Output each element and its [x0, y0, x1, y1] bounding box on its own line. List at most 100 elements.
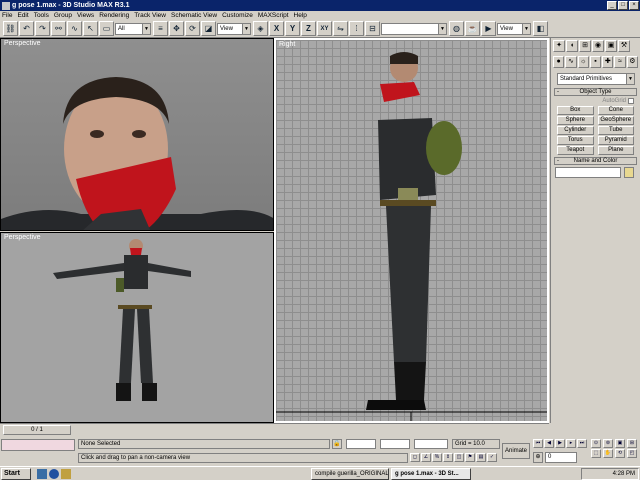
- align-icon[interactable]: ⊟: [365, 21, 380, 36]
- redo-icon[interactable]: ↷: [35, 21, 50, 36]
- modify-tab-icon[interactable]: ◖: [566, 40, 578, 52]
- pyramid-button[interactable]: Pyramid: [597, 136, 634, 145]
- axis-xy-button[interactable]: XY: [317, 21, 332, 36]
- reference-coordinate-system[interactable]: View ▼: [217, 22, 251, 35]
- lock-selection-icon[interactable]: 🔒: [332, 439, 342, 449]
- go-to-end-icon[interactable]: ⏭: [577, 439, 587, 448]
- helpers-icon[interactable]: ✚: [602, 56, 614, 68]
- lights-icon[interactable]: ☼: [577, 56, 589, 68]
- menu-views[interactable]: Views: [77, 12, 94, 19]
- maxscript-listener[interactable]: [1, 439, 75, 451]
- select-by-name-icon[interactable]: ≡: [153, 21, 168, 36]
- autogrid-checkbox[interactable]: [628, 98, 634, 104]
- selection-filter[interactable]: All ▼: [115, 22, 151, 35]
- create-tab-icon[interactable]: ✦: [553, 40, 565, 52]
- explorer-icon[interactable]: [61, 468, 71, 479]
- mirror-icon[interactable]: ⇋: [333, 21, 348, 36]
- menu-rendering[interactable]: Rendering: [99, 12, 129, 19]
- menu-help[interactable]: Help: [294, 12, 307, 19]
- arc-rotate-icon[interactable]: ⟲: [615, 449, 625, 458]
- axis-x-button[interactable]: X: [269, 21, 284, 36]
- quick-render-icon[interactable]: ▶: [481, 21, 496, 36]
- time-slider[interactable]: 0 / 1: [3, 425, 71, 435]
- array-icon[interactable]: ⁞: [349, 21, 364, 36]
- display-tab-icon[interactable]: ▣: [605, 40, 617, 52]
- menu-tools[interactable]: Tools: [34, 12, 49, 19]
- object-color-swatch[interactable]: [624, 167, 634, 178]
- taskbar-item-compile[interactable]: compile guerilla_ORIGINAL: [311, 467, 389, 480]
- angle-snap-icon[interactable]: ∠: [421, 453, 431, 462]
- desktop-icon[interactable]: [37, 468, 47, 479]
- zoom-all-icon[interactable]: ⊚: [603, 439, 613, 448]
- render-scene-icon[interactable]: ☕: [465, 21, 480, 36]
- taskbar-item-3dsmax[interactable]: g pose 1.max - 3D St...: [391, 467, 471, 480]
- torus-button[interactable]: Torus: [557, 136, 594, 145]
- menu-schematic-view[interactable]: Schematic View: [171, 12, 217, 19]
- window-crossing-icon[interactable]: ◫: [454, 453, 464, 462]
- bind-icon[interactable]: ∿: [67, 21, 82, 36]
- axis-y-button[interactable]: Y: [285, 21, 300, 36]
- select-icon[interactable]: ↖: [83, 21, 98, 36]
- systems-icon[interactable]: ⚙: [626, 56, 638, 68]
- undo-icon[interactable]: ↶: [19, 21, 34, 36]
- material-editor-icon[interactable]: ◍: [449, 21, 464, 36]
- animate-button[interactable]: Animate: [502, 443, 530, 459]
- key-mode-icon[interactable]: ⊕: [533, 452, 543, 463]
- key-filter-icon[interactable]: ✓: [487, 453, 497, 462]
- box-button[interactable]: Box: [557, 106, 594, 115]
- percent-snap-icon[interactable]: %: [432, 453, 442, 462]
- region-zoom-icon[interactable]: ⬚: [591, 449, 601, 458]
- previous-frame-icon[interactable]: ◀: [544, 439, 554, 448]
- tube-button[interactable]: Tube: [597, 126, 634, 135]
- cylinder-button[interactable]: Cylinder: [557, 126, 594, 135]
- pan-icon[interactable]: ✋: [603, 449, 613, 458]
- utilities-tab-icon[interactable]: ⚒: [618, 40, 630, 52]
- fast-view-icon[interactable]: ▤: [476, 453, 486, 462]
- menu-edit[interactable]: Edit: [17, 12, 28, 19]
- shapes-icon[interactable]: ∿: [565, 56, 577, 68]
- viewport-perspective-bottom[interactable]: Perspective: [0, 232, 274, 423]
- cone-button[interactable]: Cone: [597, 106, 634, 115]
- pivot-icon[interactable]: ◈: [253, 21, 268, 36]
- object-type-rollout[interactable]: - Object Type: [554, 88, 637, 96]
- minimize-button[interactable]: _: [607, 1, 617, 10]
- move-icon[interactable]: ✥: [169, 21, 184, 36]
- geosphere-button[interactable]: GeoSphere: [597, 116, 634, 125]
- zoom-icon[interactable]: ⊙: [591, 439, 601, 448]
- object-name-field[interactable]: [555, 167, 621, 178]
- geometry-icon[interactable]: ●: [553, 56, 565, 68]
- scale-icon[interactable]: ◪: [201, 21, 216, 36]
- coordinate-x-field[interactable]: [346, 439, 376, 449]
- menu-group[interactable]: Group: [54, 12, 72, 19]
- min-max-toggle-icon[interactable]: ◰: [627, 449, 637, 458]
- motion-tab-icon[interactable]: ◉: [592, 40, 604, 52]
- play-icon[interactable]: ▶: [555, 439, 565, 448]
- coordinate-y-field[interactable]: [380, 439, 410, 449]
- named-selection-sets[interactable]: ▼: [381, 22, 447, 35]
- maximize-button[interactable]: □: [618, 1, 628, 10]
- plane-button[interactable]: Plane: [597, 146, 634, 155]
- render-last-icon[interactable]: ◧: [533, 21, 548, 36]
- go-to-start-icon[interactable]: ⏮: [533, 439, 543, 448]
- rotate-icon[interactable]: ⟳: [185, 21, 200, 36]
- menu-customize[interactable]: Customize: [222, 12, 253, 19]
- browser-icon[interactable]: [49, 468, 59, 479]
- render-type[interactable]: View ▼: [497, 22, 531, 35]
- zoom-extents-all-icon[interactable]: ⊞: [627, 439, 637, 448]
- degradation-override-icon[interactable]: ⚑: [465, 453, 475, 462]
- snap-toggle-icon[interactable]: ◻: [410, 453, 420, 462]
- viewport-right[interactable]: Right: [274, 38, 549, 423]
- spacewarps-icon[interactable]: ≈: [614, 56, 626, 68]
- zoom-extents-icon[interactable]: ▣: [615, 439, 625, 448]
- name-color-rollout[interactable]: - Name and Color: [554, 157, 637, 165]
- current-frame-field[interactable]: 0: [545, 452, 577, 463]
- select-region-icon[interactable]: ▭: [99, 21, 114, 36]
- menu-maxscript[interactable]: MAXScript: [258, 12, 289, 19]
- coordinate-z-field[interactable]: [414, 439, 448, 449]
- cameras-icon[interactable]: ▪: [589, 56, 602, 68]
- next-frame-icon[interactable]: ▸: [566, 439, 576, 448]
- primitive-category-dropdown[interactable]: Standard Primitives ▼: [557, 73, 635, 85]
- close-button[interactable]: ×: [629, 1, 639, 10]
- viewport-perspective-top[interactable]: Perspective: [0, 38, 274, 231]
- teapot-button[interactable]: Teapot: [557, 146, 594, 155]
